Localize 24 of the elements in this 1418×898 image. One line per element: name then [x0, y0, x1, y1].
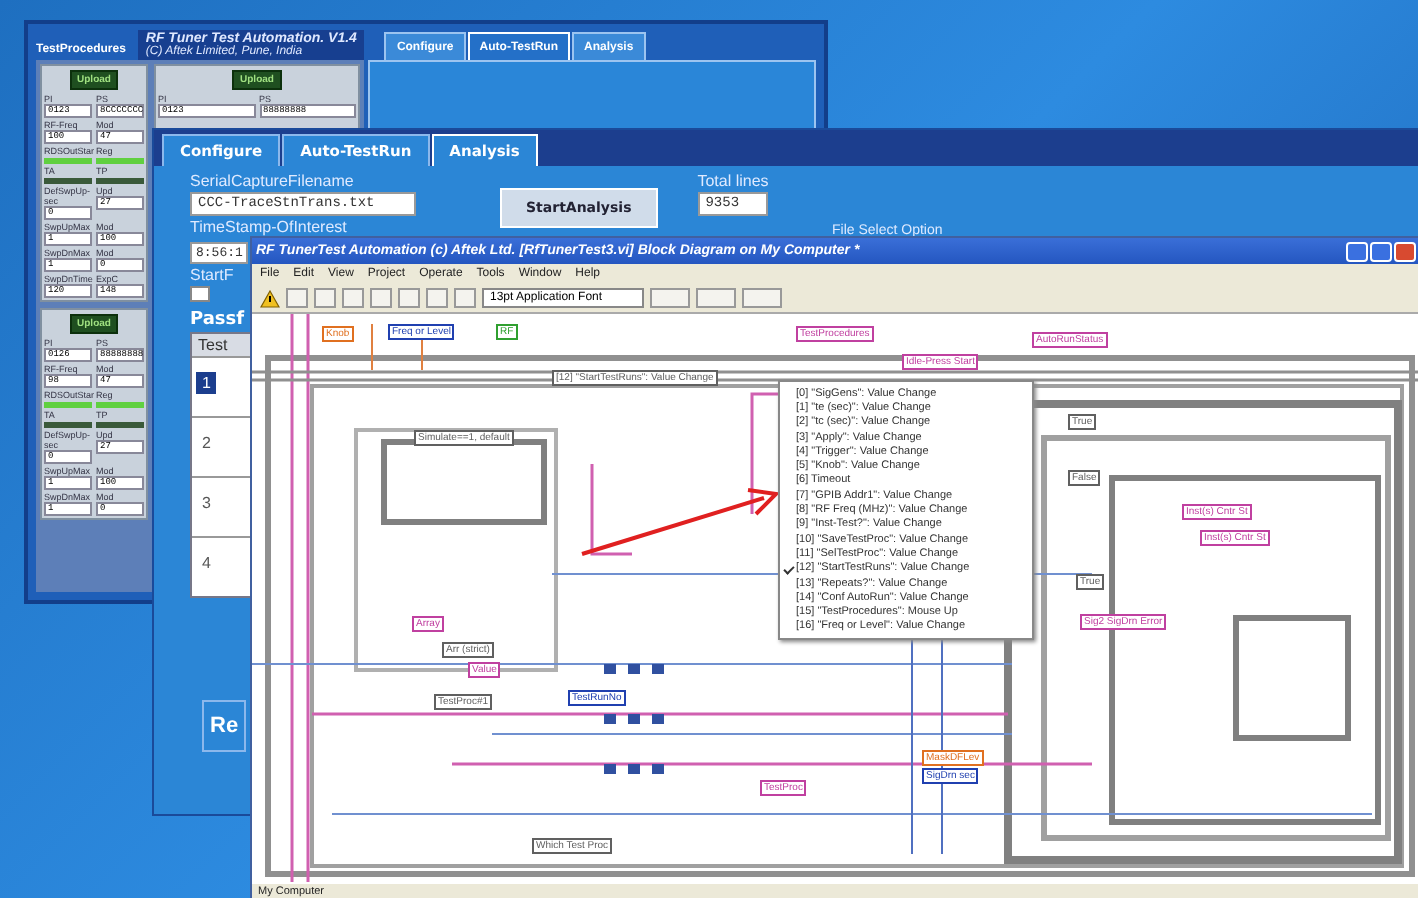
field-label: TimeStamp-OfInterest: [190, 218, 347, 236]
close-button[interactable]: [1394, 241, 1416, 261]
row-number[interactable]: 4: [196, 552, 217, 574]
field-label: StartF: [190, 266, 234, 284]
field-label: Passf: [190, 310, 245, 330]
toolbar-button[interactable]: [696, 288, 737, 308]
toolbar-button[interactable]: [342, 288, 364, 308]
field-label: SerialCaptureFilename: [190, 172, 354, 190]
toolbar-button[interactable]: [314, 288, 336, 308]
toolbar-button[interactable]: [454, 288, 476, 308]
field-label: Total lines: [697, 172, 769, 190]
row-number[interactable]: 1: [196, 372, 217, 394]
maximize-button[interactable]: [1370, 241, 1392, 261]
re-button[interactable]: Re: [202, 700, 247, 752]
toolbar-button[interactable]: [742, 288, 783, 308]
warning-icon[interactable]: [260, 289, 280, 307]
toolbar-button[interactable]: [426, 288, 448, 308]
checkbox[interactable]: [190, 286, 210, 302]
toolbar-button[interactable]: [650, 288, 691, 308]
toolbar-button[interactable]: [398, 288, 420, 308]
row-number[interactable]: 3: [196, 492, 217, 514]
minimize-button[interactable]: [1346, 241, 1368, 261]
row-number[interactable]: 2: [196, 432, 217, 454]
toolbar-button[interactable]: [370, 288, 392, 308]
